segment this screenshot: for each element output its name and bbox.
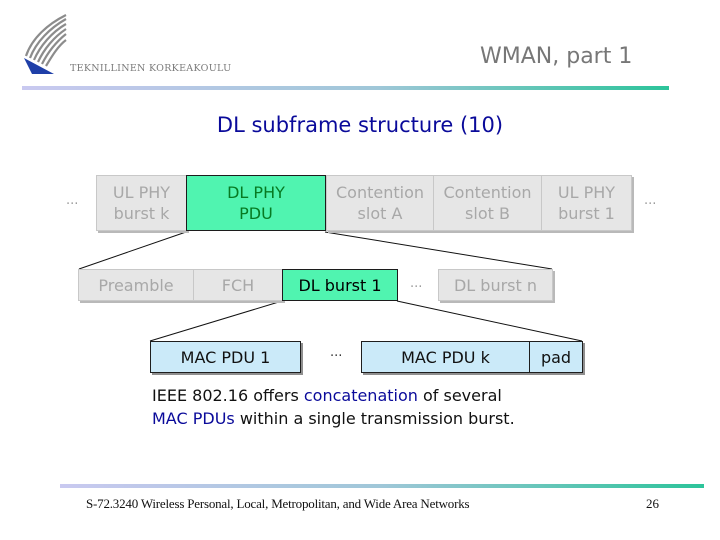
ellipsis-left: ...	[66, 193, 79, 208]
cell-label: Contention	[335, 183, 424, 202]
connector-line	[149, 300, 283, 342]
dl-phy-pdu-cell: DL PHY PDU	[186, 175, 326, 231]
description-part: IEEE 802.16 offers	[152, 386, 304, 405]
description-part: of several	[417, 386, 502, 405]
cell-label: Contention	[443, 183, 532, 202]
pad-cell: pad	[529, 341, 583, 373]
connector-line	[396, 300, 583, 342]
contention-slot-a-cell: Contention slot A	[326, 175, 434, 231]
ul-phy-burst-1-cell: UL PHY burst 1	[541, 175, 632, 231]
mac-pdu-1-cell: MAC PDU 1	[150, 341, 301, 373]
cell-label: PDU	[239, 204, 273, 223]
ellipsis-mac-pdus: ...	[330, 345, 343, 360]
cell-label: slot B	[465, 204, 510, 223]
preamble-cell: Preamble	[78, 269, 194, 301]
highlight-mac-pdus: MAC PDUs	[152, 409, 235, 428]
dl-burst-1-cell: DL burst 1	[282, 269, 398, 301]
fch-cell: FCH	[193, 269, 283, 301]
description-part: within a single transmission burst.	[234, 409, 515, 428]
ul-phy-burst-k-cell: UL PHY burst k	[96, 175, 187, 231]
footer-divider	[60, 484, 704, 488]
mac-pdu-k-cell: MAC PDU k	[361, 341, 530, 373]
page-number: 26	[646, 496, 659, 511]
cell-label: UL PHY	[557, 183, 616, 202]
cell-label: slot A	[357, 204, 403, 223]
cell-label: UL PHY	[112, 183, 171, 202]
cell-label: burst 1	[558, 204, 615, 223]
highlight-concatenation: concatenation	[303, 386, 418, 405]
description-text: IEEE 802.16 offers concatenation of seve…	[152, 384, 515, 430]
connector-line	[78, 231, 187, 270]
ellipsis-bursts: ...	[410, 276, 423, 291]
contention-slot-b-cell: Contention slot B	[433, 175, 542, 231]
cell-label: burst k	[113, 204, 170, 223]
connector-line	[324, 231, 553, 270]
footer-course: S-72.3240 Wireless Personal, Local, Metr…	[86, 496, 470, 511]
ellipsis-right: ...	[644, 193, 657, 208]
cell-label: DL PHY	[227, 183, 285, 202]
dl-burst-n-cell: DL burst n	[438, 269, 553, 301]
